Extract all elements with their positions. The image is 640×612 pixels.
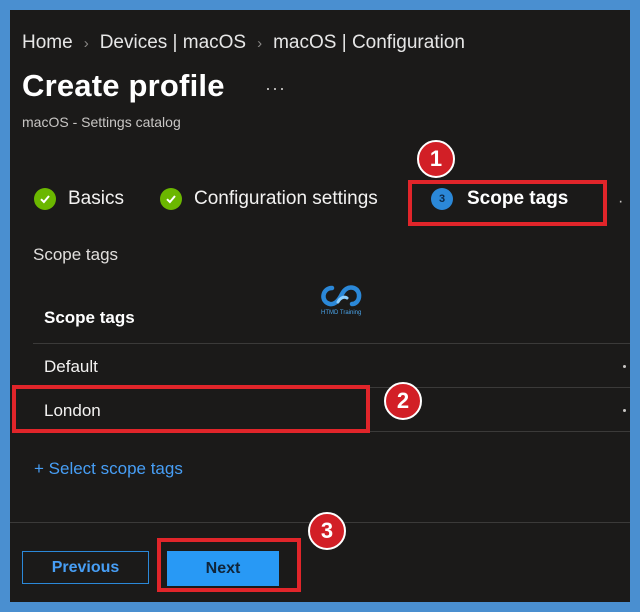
breadcrumb-macos-configuration[interactable]: macOS | Configuration: [273, 32, 465, 54]
tab-configuration-settings[interactable]: Configuration settings: [160, 188, 378, 210]
breadcrumb: Home › Devices | macOS › macOS | Configu…: [22, 32, 465, 54]
scope-tags-section-label: Scope tags: [33, 245, 119, 264]
tab-basics[interactable]: Basics: [34, 188, 124, 210]
htmd-logo-icon: [321, 285, 362, 307]
highlight-box-scope-tags: [408, 180, 607, 226]
tabs-overflow-icon: ·: [618, 193, 624, 210]
annotation-badge-2: 2: [384, 382, 422, 420]
tab-configuration-settings-label: Configuration settings: [194, 188, 378, 209]
table-row-default[interactable]: Default: [44, 357, 98, 377]
annotation-badge-3: 3: [308, 512, 346, 550]
table-divider: [33, 343, 630, 344]
page-title: Create profile: [22, 68, 225, 103]
row-more-icon[interactable]: [623, 409, 626, 412]
check-circle-icon: [34, 188, 56, 210]
more-options-icon[interactable]: ···: [265, 78, 286, 99]
previous-button[interactable]: Previous: [22, 551, 149, 584]
annotation-badge-1: 1: [417, 140, 455, 178]
highlight-box-next: [157, 538, 301, 592]
chevron-right-icon: ›: [257, 34, 263, 52]
chevron-right-icon: ›: [83, 34, 89, 52]
scope-tags-column-header: Scope tags: [44, 308, 135, 327]
check-circle-icon: [160, 188, 182, 210]
page-subtitle: macOS - Settings catalog: [22, 114, 181, 130]
watermark-text: HTMD Training: [321, 310, 362, 316]
breadcrumb-home[interactable]: Home: [22, 32, 73, 54]
tab-basics-label: Basics: [68, 188, 124, 209]
highlight-box-london: [12, 385, 370, 433]
select-scope-tags-link[interactable]: + Select scope tags: [34, 459, 183, 479]
breadcrumb-devices-macos[interactable]: Devices | macOS: [100, 32, 246, 54]
row-more-icon[interactable]: [623, 365, 626, 368]
